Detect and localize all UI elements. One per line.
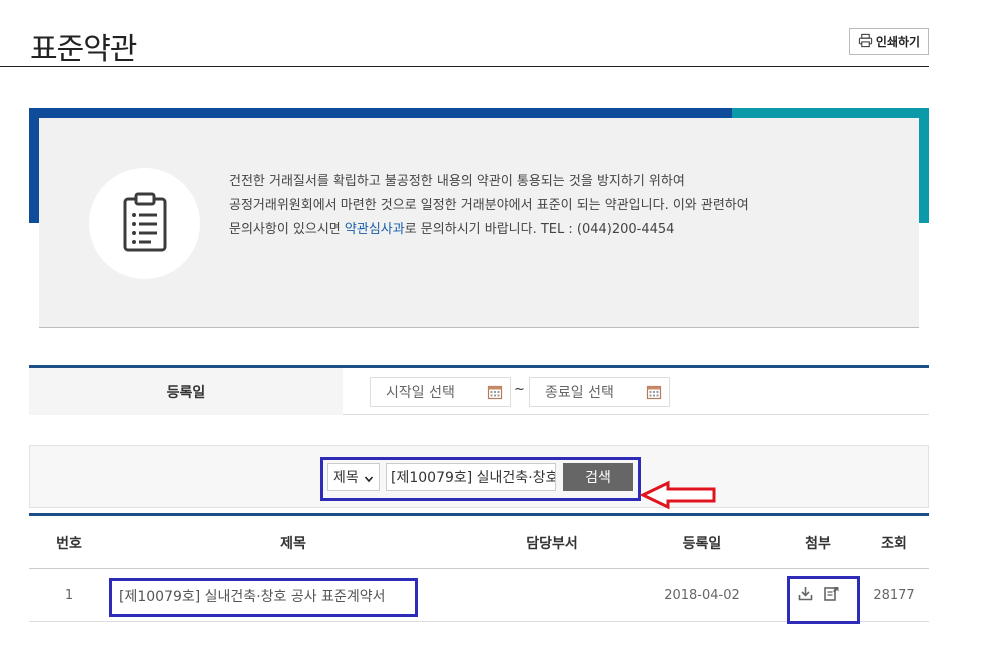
highlight-attachment-box bbox=[787, 576, 860, 624]
start-date-placeholder: 시작일 선택 bbox=[386, 385, 455, 401]
info-line-3-prefix: 문의사항이 있으시면 bbox=[229, 222, 345, 237]
end-date-placeholder: 종료일 선택 bbox=[545, 385, 614, 401]
title-divider bbox=[0, 66, 929, 67]
calendar-icon[interactable] bbox=[487, 384, 503, 400]
col-header-number: 번호 bbox=[56, 535, 82, 552]
info-line-3: 문의사항이 있으시면 약관심사과로 문의하시기 바랍니다. TEL : (044… bbox=[229, 218, 889, 242]
info-line-2: 공정거래위원회에서 마련한 것으로 일정한 거래분야에서 표준이 되는 약관입니… bbox=[229, 198, 749, 213]
clipboard-icon bbox=[122, 191, 168, 257]
info-accent-bar-teal bbox=[732, 108, 929, 118]
table-header: 번호 제목 담당부서 등록일 첨부 조회 bbox=[29, 513, 929, 569]
highlight-search-box bbox=[320, 457, 641, 501]
start-date-field[interactable]: 시작일 선택 bbox=[370, 377, 511, 407]
row-number: 1 bbox=[64, 588, 74, 603]
info-line-3-suffix: 로 문의하시기 바랍니다. TEL : (044)200-4454 bbox=[404, 222, 675, 237]
info-accent-bar-blue bbox=[29, 108, 732, 118]
row-date: 2018-04-02 bbox=[664, 588, 740, 603]
col-header-title: 제목 bbox=[280, 535, 306, 552]
review-dept-link[interactable]: 약관심사과 bbox=[345, 222, 405, 237]
info-accent-side-left bbox=[29, 118, 39, 223]
calendar-icon[interactable] bbox=[646, 384, 662, 400]
info-accent-side-right bbox=[919, 118, 929, 223]
col-header-attachment: 첨부 bbox=[805, 535, 831, 552]
info-text: 건전한 거래질서를 확립하고 불공정한 내용의 약관이 통용되는 것을 방지하기… bbox=[229, 170, 889, 242]
highlight-title-box bbox=[109, 578, 418, 617]
col-header-views: 조회 bbox=[881, 535, 907, 552]
page-title: 표준약관 bbox=[30, 32, 137, 67]
print-label: 인쇄하기 bbox=[875, 35, 921, 49]
printer-icon bbox=[858, 33, 873, 51]
end-date-field[interactable]: 종료일 선택 bbox=[529, 377, 670, 407]
print-button[interactable]: 인쇄하기 bbox=[849, 28, 929, 55]
row-views: 28177 bbox=[873, 588, 915, 603]
info-line-1: 건전한 거래질서를 확립하고 불공정한 내용의 약관이 통용되는 것을 방지하기… bbox=[229, 174, 685, 189]
date-filter-row: 등록일 시작일 선택 ~ 종료일 선택 bbox=[29, 365, 929, 415]
info-icon-circle bbox=[89, 168, 200, 279]
date-range-separator: ~ bbox=[514, 382, 525, 397]
col-header-dept: 담당부서 bbox=[526, 535, 578, 552]
col-header-date: 등록일 bbox=[682, 535, 722, 552]
red-arrow-annotation bbox=[640, 480, 716, 510]
date-filter-label: 등록일 bbox=[29, 368, 343, 415]
row-dept bbox=[477, 569, 627, 622]
